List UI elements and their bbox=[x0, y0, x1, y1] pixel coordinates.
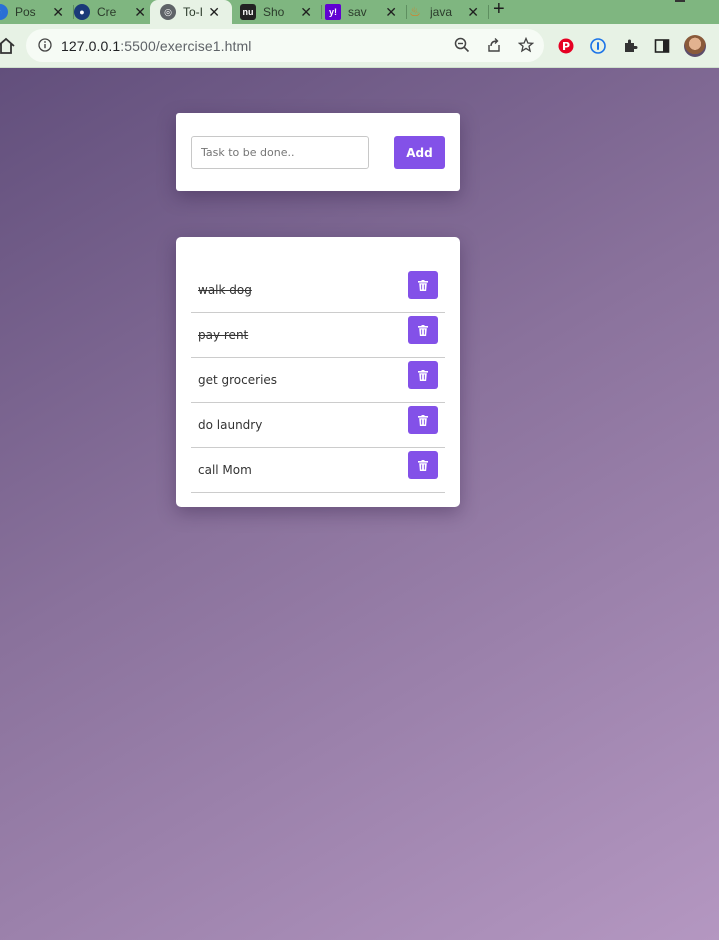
nu-icon: nu bbox=[240, 4, 256, 20]
profile-icon: ● bbox=[74, 4, 90, 20]
delete-button[interactable] bbox=[408, 271, 438, 299]
tab-title: Pos bbox=[15, 5, 36, 19]
browser-tab-active[interactable]: ◎ To-I ✕ bbox=[150, 0, 232, 24]
home-icon[interactable] bbox=[0, 36, 16, 56]
globe-icon: ◐ bbox=[0, 4, 8, 20]
close-icon[interactable]: ✕ bbox=[134, 4, 146, 21]
trash-icon bbox=[418, 414, 428, 426]
page-viewport: Add walk dog pay rent bbox=[0, 68, 719, 940]
url-path: :5500/exercise1.html bbox=[120, 38, 252, 54]
yahoo-icon: y! bbox=[325, 4, 341, 20]
close-icon[interactable]: ✕ bbox=[385, 4, 397, 21]
browser-tab[interactable]: ◐ Pos ✕ bbox=[0, 0, 74, 24]
close-icon[interactable]: ✕ bbox=[208, 4, 220, 21]
browser-tab[interactable]: ♨ java ✕ bbox=[407, 0, 489, 24]
tab-separator bbox=[488, 5, 489, 19]
add-button[interactable]: Add bbox=[394, 136, 445, 169]
info-icon[interactable] bbox=[38, 38, 52, 52]
url-host: 127.0.0.1 bbox=[61, 38, 121, 54]
tab-strip: ◐ Pos ✕ ● Cre ✕ ◎ To-I ✕ nu Sho ✕ y! sav… bbox=[0, 0, 719, 24]
task-list: walk dog pay rent get groceries do laund… bbox=[191, 268, 445, 493]
task-list-card: walk dog pay rent get groceries do laund… bbox=[176, 237, 460, 507]
address-bar[interactable]: 127.0.0.1:5500/exercise1.html bbox=[26, 29, 544, 62]
star-icon[interactable] bbox=[518, 37, 534, 53]
pinterest-icon[interactable]: P bbox=[558, 38, 574, 54]
browser-tab[interactable]: y! sav ✕ bbox=[325, 0, 407, 24]
close-icon[interactable]: ✕ bbox=[467, 4, 479, 21]
java-icon: ♨ bbox=[409, 4, 421, 19]
url-text: 127.0.0.1:5500/exercise1.html bbox=[61, 38, 251, 54]
add-task-card: Add bbox=[176, 113, 460, 191]
share-icon[interactable] bbox=[486, 37, 502, 53]
tab-title: sav bbox=[348, 5, 367, 19]
browser-toolbar: 127.0.0.1:5500/exercise1.html P bbox=[0, 24, 719, 68]
task-text[interactable]: do laundry bbox=[198, 418, 262, 432]
task-text[interactable]: get groceries bbox=[198, 373, 277, 387]
delete-button[interactable] bbox=[408, 361, 438, 389]
tab-title: Sho bbox=[263, 5, 285, 19]
profile-avatar[interactable] bbox=[684, 35, 706, 57]
tab-title: Cre bbox=[97, 5, 117, 19]
new-tab-button[interactable]: + bbox=[493, 0, 505, 20]
tab-title: To-I bbox=[183, 5, 204, 19]
password-manager-icon[interactable] bbox=[590, 38, 606, 54]
side-panel-icon[interactable] bbox=[654, 38, 670, 54]
list-item[interactable]: get groceries bbox=[191, 358, 445, 403]
svg-text:P: P bbox=[562, 40, 570, 53]
browser-tab[interactable]: ● Cre ✕ bbox=[74, 0, 156, 24]
list-item[interactable]: pay rent bbox=[191, 313, 445, 358]
trash-icon bbox=[418, 324, 428, 336]
task-text[interactable]: call Mom bbox=[198, 463, 252, 477]
close-icon[interactable]: ✕ bbox=[300, 4, 312, 21]
delete-button[interactable] bbox=[408, 316, 438, 344]
minimize-icon[interactable] bbox=[675, 0, 685, 2]
zoom-out-icon[interactable] bbox=[454, 37, 470, 53]
list-item[interactable]: walk dog bbox=[191, 268, 445, 313]
tab-separator bbox=[321, 5, 322, 19]
list-item[interactable]: call Mom bbox=[191, 448, 445, 493]
browser-tab[interactable]: nu Sho ✕ bbox=[240, 0, 322, 24]
trash-icon bbox=[418, 459, 428, 471]
extensions-icon[interactable] bbox=[622, 38, 638, 54]
globe-icon: ◎ bbox=[160, 4, 176, 20]
delete-button[interactable] bbox=[408, 451, 438, 479]
trash-icon bbox=[418, 369, 428, 381]
close-icon[interactable]: ✕ bbox=[52, 4, 64, 21]
task-text[interactable]: walk dog bbox=[198, 283, 252, 297]
task-text[interactable]: pay rent bbox=[198, 328, 248, 342]
delete-button[interactable] bbox=[408, 406, 438, 434]
trash-icon bbox=[418, 279, 428, 291]
task-input[interactable] bbox=[191, 136, 369, 169]
list-item[interactable]: do laundry bbox=[191, 403, 445, 448]
tab-title: java bbox=[430, 5, 453, 19]
